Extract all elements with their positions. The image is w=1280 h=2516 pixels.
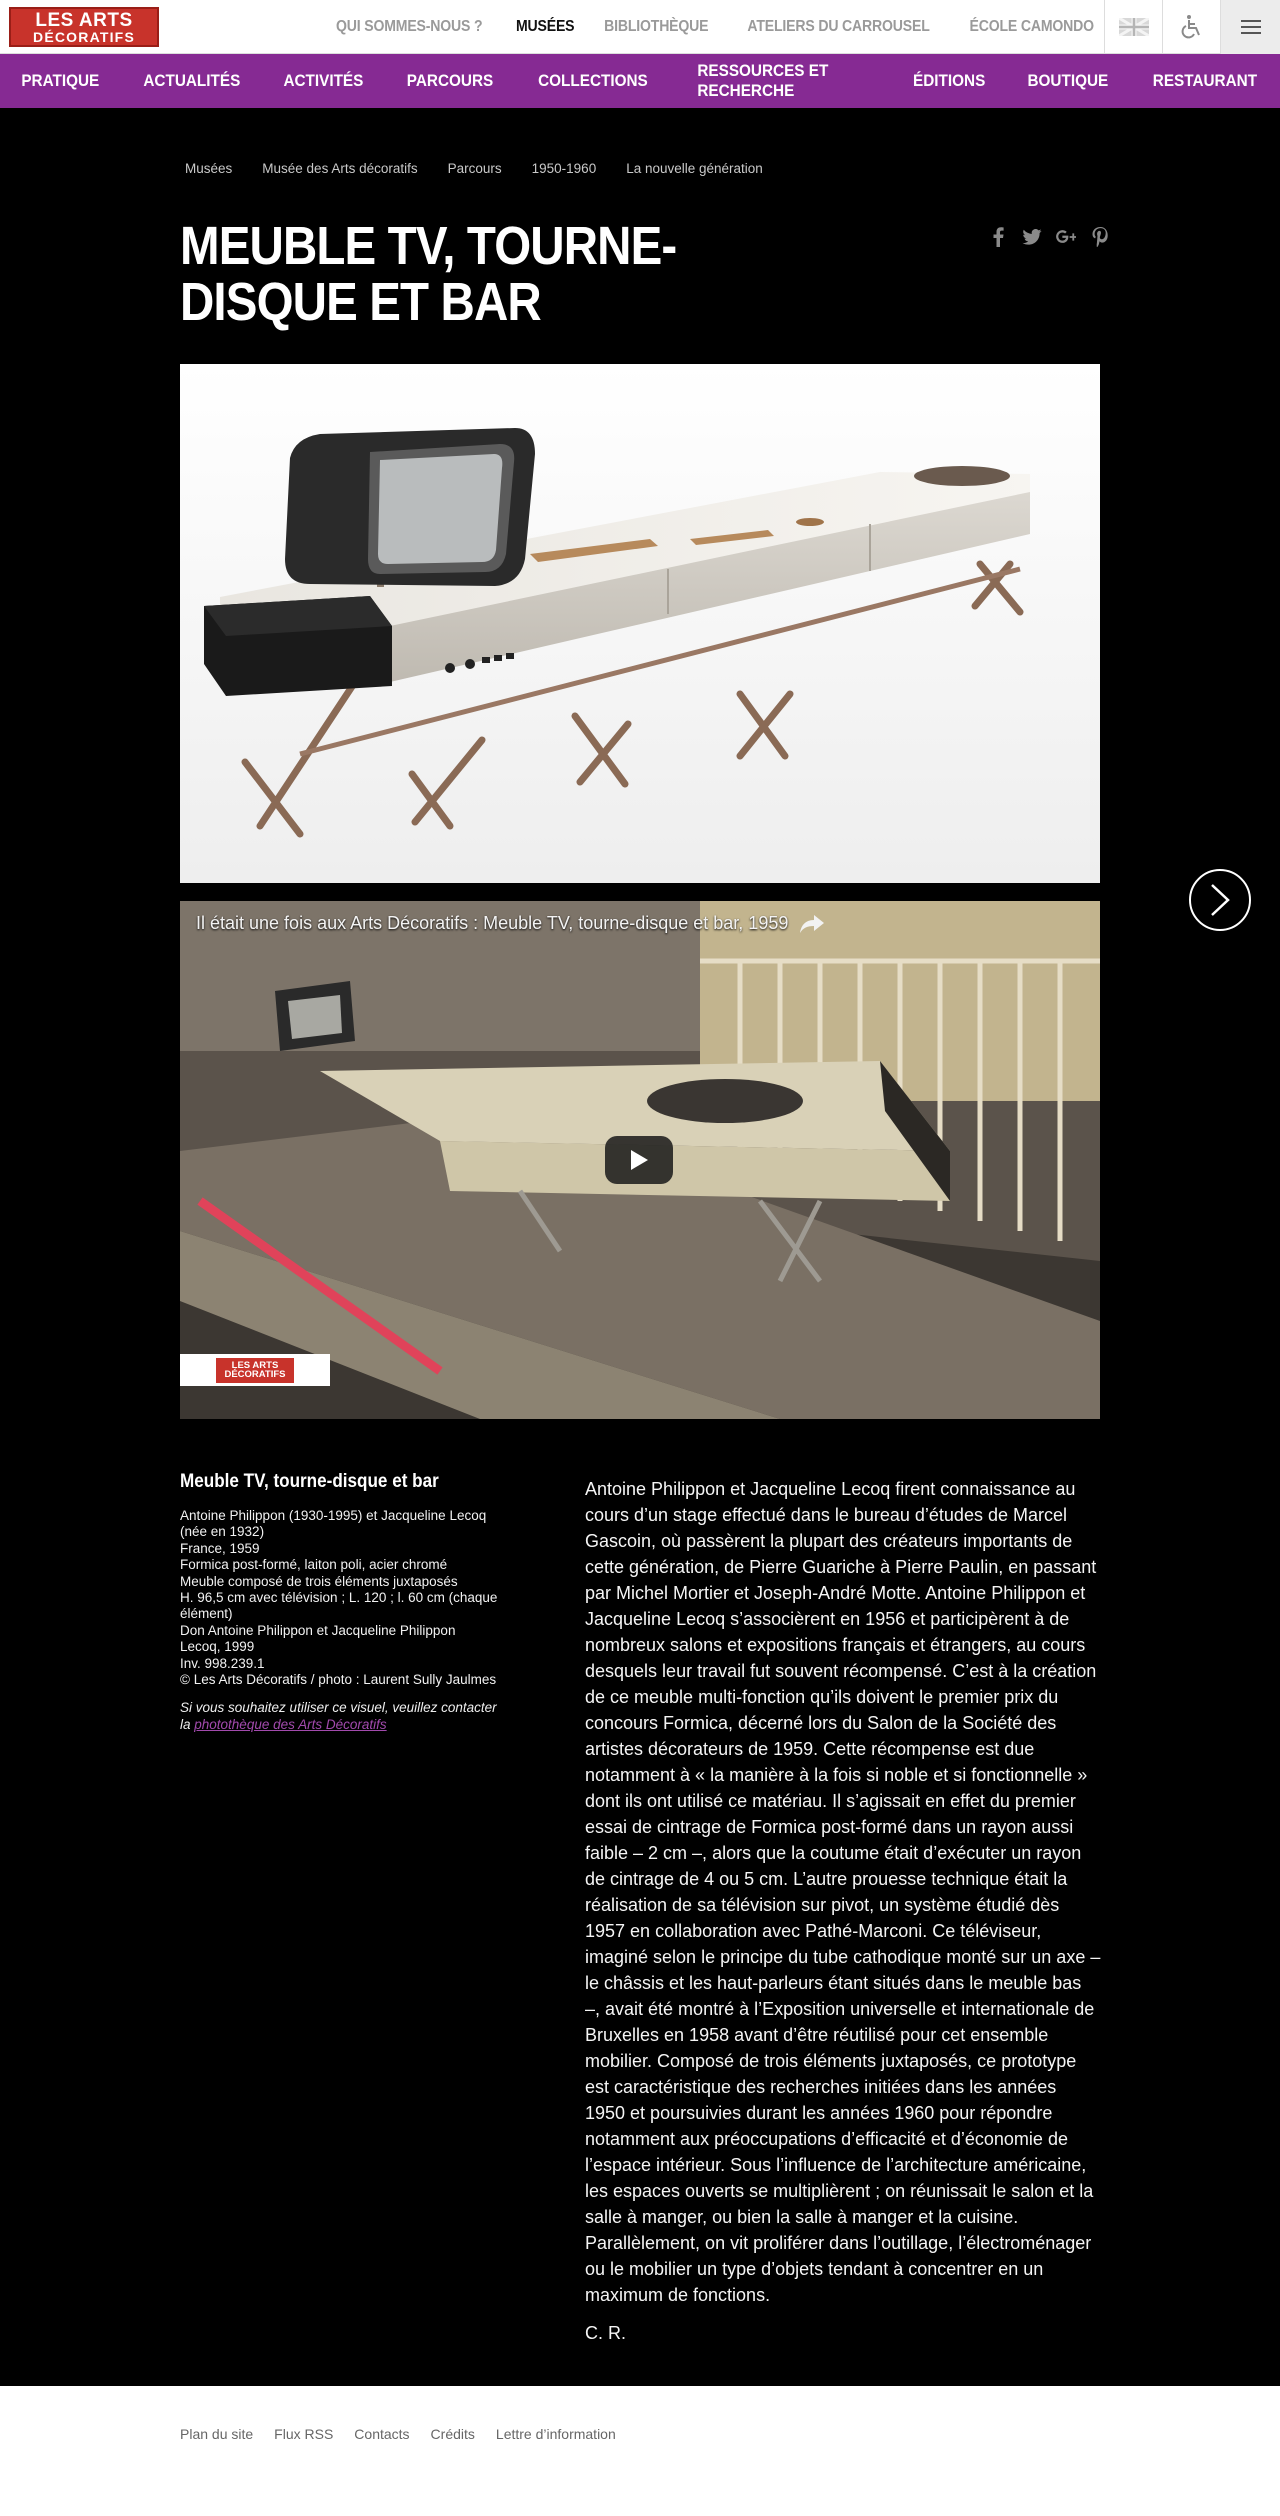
breadcrumb-item[interactable]: Parcours [448, 161, 502, 176]
footer-link-contacts[interactable]: Contacts [354, 2426, 409, 2442]
nav-ressources[interactable]: RESSOURCES ET RECHERCHE [682, 61, 881, 101]
caption-line: (née en 1932) [180, 1524, 265, 1540]
caption-line: H. 96,5 cm avec télévision ; L. 120 ; l.… [180, 1590, 498, 1606]
author-signature: C. R. [585, 2323, 627, 2343]
caption-line: Meuble composé de trois éléments juxtapo… [180, 1573, 458, 1589]
footer: Plan du site Flux RSS Contacts Crédits L… [0, 2386, 1280, 2516]
caption-line: Formica post-formé, laiton poli, acier c… [180, 1557, 448, 1573]
breadcrumb: Musées Musée des Arts décoratifs Parcour… [185, 161, 763, 176]
top-icons [1104, 0, 1280, 54]
watermark-line-2: DÉCORATIFS [224, 1369, 286, 1380]
video-share-icon[interactable] [800, 915, 824, 938]
video-play-button[interactable] [605, 1136, 673, 1184]
nav-pratique[interactable]: PRATIQUE [6, 71, 115, 91]
play-icon [631, 1150, 648, 1170]
breadcrumb-item[interactable]: Musées [185, 161, 232, 176]
caption-heading: Meuble TV, tourne-disque et bar [180, 1471, 439, 1492]
breadcrumb-item[interactable]: Musée des Arts décoratifs [262, 161, 417, 176]
top-link-ecole-camondo[interactable]: ÉCOLE CAMONDO [969, 18, 1094, 36]
caption-line: élément) [180, 1606, 233, 1622]
breadcrumb-item[interactable]: La nouvelle génération [626, 161, 763, 176]
article-paragraph: Antoine Philippon et Jacqueline Lecoq fi… [585, 1479, 1101, 2305]
object-photo [180, 364, 1100, 883]
video-watermark-logo: LES ARTS DÉCORATIFS [180, 1354, 330, 1386]
top-link-ateliers[interactable]: ATELIERS DU CARROUSEL [747, 18, 929, 36]
top-link-bibliotheque[interactable]: BIBLIOTHÈQUE [604, 18, 708, 36]
video-player[interactable]: Il était une fois aux Arts Décoratifs : … [180, 901, 1100, 1419]
footer-links: Plan du site Flux RSS Contacts Crédits L… [180, 2426, 616, 2442]
site-logo[interactable]: LES ARTS DÉCORATIFS [9, 7, 159, 47]
video-title[interactable]: Il était une fois aux Arts Décoratifs : … [196, 913, 788, 934]
nav-boutique[interactable]: BOUTIQUE [1013, 71, 1124, 91]
nav-restaurant[interactable]: RESTAURANT [1138, 71, 1273, 91]
facebook-icon[interactable] [988, 226, 1008, 248]
caption-line: Antoine Philippon (1930-1995) et Jacquel… [180, 1508, 487, 1523]
main-nav: PRATIQUE ACTUALITÉS ACTIVITÉS PARCOURS C… [0, 54, 1280, 108]
uk-flag-icon[interactable] [1104, 0, 1162, 54]
footer-link-newsletter[interactable]: Lettre d’information [496, 2426, 616, 2442]
footer-link-rss[interactable]: Flux RSS [274, 2426, 333, 2442]
object-caption: Meuble TV, tourne-disque et bar Antoine … [180, 1470, 510, 1733]
nav-actualites[interactable]: ACTUALITÉS [128, 71, 256, 91]
footer-link-credits[interactable]: Crédits [431, 2426, 475, 2442]
hamburger-menu-icon[interactable] [1220, 0, 1280, 54]
caption-lines: Antoine Philippon (1930-1995) et Jacquel… [180, 1508, 510, 1688]
google-plus-icon[interactable] [1056, 226, 1076, 248]
logo-line-2: DÉCORATIFS [33, 28, 135, 45]
nav-parcours[interactable]: PARCOURS [392, 71, 509, 91]
footer-link-plan[interactable]: Plan du site [180, 2426, 253, 2442]
usage-note: Si vous souhaitez utiliser ce visuel, ve… [180, 1700, 510, 1733]
logo-line-1: LES ARTS [35, 9, 133, 31]
accessibility-icon[interactable] [1162, 0, 1220, 54]
chevron-right-icon [1211, 884, 1230, 916]
pinterest-icon[interactable] [1090, 226, 1110, 248]
top-link-musees[interactable]: MUSÉES [516, 18, 575, 36]
twitter-icon[interactable] [1022, 226, 1042, 248]
caption-line: Inv. 998.239.1 [180, 1655, 265, 1671]
top-bar: LES ARTS DÉCORATIFS QUI SOMMES-NOUS ? MU… [0, 0, 1280, 54]
caption-line: Don Antoine Philippon et Jacqueline Phil… [180, 1622, 456, 1638]
breadcrumb-item[interactable]: 1950-1960 [532, 161, 597, 176]
top-link-qui-sommes-nous[interactable]: QUI SOMMES-NOUS ? [336, 18, 483, 36]
page-title: MEUBLE TV, TOURNE-DISQUE ET BAR [180, 216, 677, 332]
share-buttons [988, 226, 1110, 248]
nav-editions[interactable]: ÉDITIONS [898, 71, 1001, 91]
next-arrow-button[interactable] [1189, 869, 1251, 931]
caption-line: France, 1959 [180, 1540, 260, 1556]
top-nav: QUI SOMMES-NOUS ? MUSÉES BIBLIOTHÈQUE AT… [326, 0, 1102, 54]
article-body: Antoine Philippon et Jacqueline Lecoq fi… [585, 1476, 1101, 2346]
nav-activites[interactable]: ACTIVITÉS [268, 71, 379, 91]
nav-collections[interactable]: COLLECTIONS [523, 71, 663, 91]
caption-line: © Les Arts Décoratifs / photo : Laurent … [180, 1672, 497, 1688]
phototheque-link[interactable]: photothèque des Arts Décoratifs [194, 1717, 386, 1732]
caption-line: Lecoq, 1999 [180, 1639, 255, 1655]
